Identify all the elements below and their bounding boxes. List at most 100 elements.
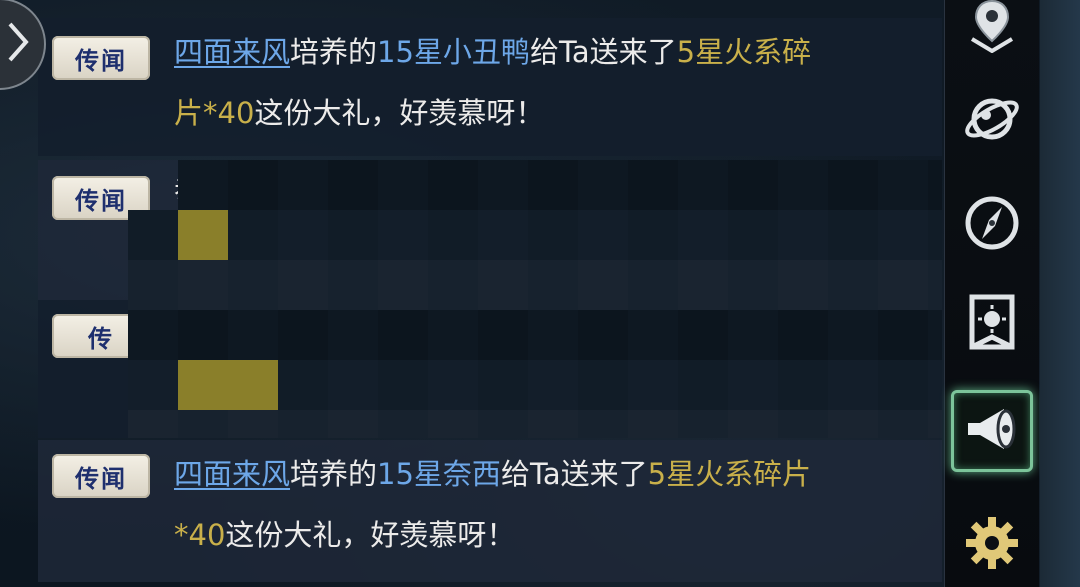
censor-cell [628,260,678,310]
censor-cell [178,360,228,410]
censor-cell [428,360,478,410]
player-name-link[interactable]: 四面来风 [174,35,290,69]
censor-cell [778,310,828,360]
censor-cell [678,210,728,260]
megaphone-icon [962,403,1022,459]
chat-message: 传闻 四面来风培养的15星奈西给Ta送来了5星火系碎片*40这份大礼，好羡慕呀！ [38,440,942,582]
censor-cell [228,260,278,310]
censor-cell [328,210,378,260]
censor-cell [528,260,578,310]
message-middle: 给Ta送来了 [500,457,648,491]
censor-cell [928,310,942,360]
message-verb: 培养的 [290,35,378,69]
censor-cell [328,410,378,438]
compass-icon [962,193,1022,257]
banner-icon [964,293,1020,361]
message-end: 这份大礼，好羡慕呀！ [225,518,516,552]
censor-cell [128,160,178,210]
censor-cell [878,410,928,438]
censor-cell [928,410,942,438]
censor-cell [528,310,578,360]
censor-cell [428,410,478,438]
pet-name: 15星奈西 [377,457,501,491]
censor-cell [928,260,942,310]
censor-cell [428,260,478,310]
censor-cell [428,210,478,260]
planet-button[interactable] [951,80,1033,162]
censor-cell [428,160,478,210]
chat-feed[interactable]: 传闻 四面来风培养的15星小丑鸭给Ta送来了5星火系碎片*40这份大礼，好羡慕呀… [38,0,942,587]
censor-cell [378,410,428,438]
censor-cell [228,360,278,410]
censor-cell [228,410,278,438]
censor-cell [628,210,678,260]
rumor-tag: 传闻 [52,454,150,498]
guild-banner-button[interactable] [951,286,1033,368]
censor-cell [778,360,828,410]
censor-cell [728,360,778,410]
censor-cell [828,160,878,210]
censor-cell [778,260,828,310]
censor-cell [278,360,328,410]
censor-cell [578,210,628,260]
censor-cell [578,360,628,410]
broadcast-button[interactable] [951,390,1033,472]
gear-icon [962,513,1022,577]
censor-cell [728,260,778,310]
censor-cell [828,210,878,260]
censor-cell [528,360,578,410]
map-button[interactable] [951,0,1033,68]
censor-cell [128,360,178,410]
rumor-tag-label: 传闻 [75,45,127,75]
censor-cell [778,410,828,438]
chevron-right-icon [4,20,32,68]
censor-cell [478,310,528,360]
censor-cell [378,160,428,210]
censor-cell [678,310,728,360]
scene-edge [1040,0,1080,587]
censor-cell [478,160,528,210]
censor-cell [228,160,278,210]
censor-cell [378,360,428,410]
player-name-link[interactable]: 四面来风 [174,457,290,491]
censor-cell [628,310,678,360]
censor-cell [578,260,628,310]
censor-cell [328,260,378,310]
censor-cell [328,160,378,210]
censor-cell [478,410,528,438]
rumor-tag-label: 传 [88,323,114,353]
rumor-tag-label: 传闻 [75,463,127,493]
side-menu [944,0,1039,587]
censor-cell [328,360,378,410]
censor-cell [778,160,828,210]
censor-cell [178,210,228,260]
censor-cell [928,160,942,210]
censor-cell [628,410,678,438]
message-text: 四面来风培养的15星奈西给Ta送来了5星火系碎片*40这份大礼，好羡慕呀！ [174,444,814,566]
censor-cell [178,310,228,360]
censor-cell [278,310,328,360]
censor-cell [928,360,942,410]
censor-cell [178,410,228,438]
compass-button[interactable] [951,184,1033,266]
message-verb: 培养的 [290,457,378,491]
censor-cell [478,260,528,310]
pet-name: 15星小丑鸭 [377,35,530,69]
censor-cell [128,210,178,260]
message-middle: 给Ta送来了 [529,35,677,69]
chat-message: 传闻 四面来风培养的15星小丑鸭给Ta送来了5星火系碎片*40这份大礼，好羡慕呀… [38,18,942,156]
censor-cell [228,310,278,360]
map-pin-icon [964,0,1020,57]
censor-cell [378,260,428,310]
censor-cell [878,210,928,260]
planet-icon [962,89,1022,153]
censor-cell [828,310,878,360]
message-end: 这份大礼，好羡慕呀！ [254,96,545,130]
censor-cell [128,310,178,360]
censor-cell [828,260,878,310]
censor-cell [578,310,628,360]
censor-cell [778,210,828,260]
censor-cell [278,410,328,438]
censor-cell [828,410,878,438]
settings-button[interactable] [951,504,1033,586]
